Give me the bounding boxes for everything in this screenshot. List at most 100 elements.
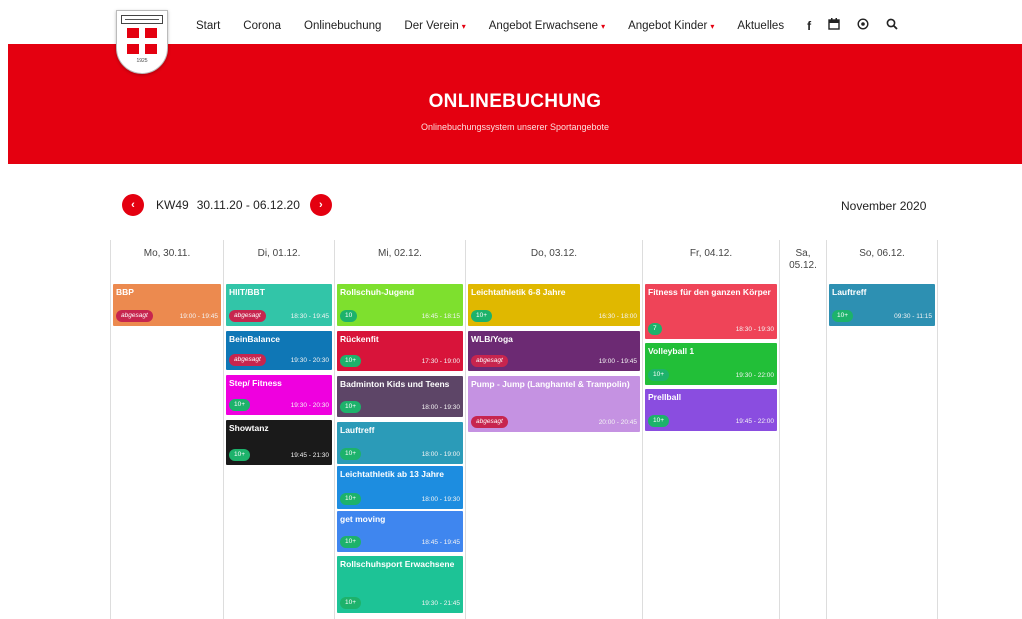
event-tile[interactable]: get moving 10+ 18:45 - 19:45 [337, 511, 463, 552]
next-week-button[interactable]: › [309, 194, 332, 216]
free-spots-badge: 10+ [340, 448, 362, 460]
nav-start[interactable]: Start [196, 20, 220, 32]
event-tile[interactable]: Showtanz 10+ 19:45 - 21:30 [226, 420, 332, 465]
event-meta: 10+ 16:30 - 18:00 [471, 310, 637, 322]
day-header: Mo, 30.11. [143, 248, 191, 259]
event-time: 19:00 - 19:45 [179, 312, 218, 320]
free-spots-badge: 10 [340, 310, 358, 322]
event-title: Rollschuhsport Erwachsene [340, 559, 455, 569]
free-spots-badge: 10+ [229, 399, 251, 411]
event-meta: 10+ 19:45 - 22:00 [648, 415, 774, 427]
event-time: 19:30 - 22:00 [735, 371, 774, 379]
cancelled-badge: abgesagt [229, 354, 266, 366]
event-title: Badminton Kids und Teens [340, 379, 450, 389]
nav-aktuelles[interactable]: Aktuelles [737, 20, 784, 32]
chevron-right-icon: › [319, 199, 323, 211]
event-tile[interactable]: Leichtathletik ab 13 Jahre 10+ 18:00 - 19:… [337, 466, 463, 509]
event-title: Fitness für den ganzen Körper [648, 287, 771, 297]
nav-angebot-erwachsene-label: Angebot Erwachsene [488, 19, 599, 32]
week-navigation: ‹ KW49 30.11.20 - 06.12.20 › [122, 194, 332, 216]
event-time: 18:30 - 19:30 [735, 325, 774, 333]
day-column: Di, 01.12. HIIT/BBT abgesagt 18:30 - 19:45 B… [223, 240, 334, 619]
event-time: 18:00 - 19:30 [421, 495, 460, 503]
calendar-icon[interactable] [828, 18, 840, 33]
event-title: Lauftreff [340, 425, 375, 435]
event-time: 18:30 - 19:45 [290, 312, 329, 320]
event-tile[interactable]: Rückenfit 10+ 17:30 - 19:00 [337, 331, 463, 371]
week-calendar: Mo, 30.11. BBP abgesagt 19:00 - 19:45 Di, 01… [110, 240, 938, 619]
nav-corona[interactable]: Corona [243, 20, 281, 32]
event-tile[interactable]: Step/ Fitness 10+ 19:30 - 20:30 [226, 375, 332, 415]
event-meta: 10+ 19:30 - 21:45 [340, 597, 460, 609]
nav-der-verein-label: Der Verein [404, 19, 459, 32]
event-time: 18:00 - 19:00 [421, 450, 460, 458]
free-spots-badge: 10+ [340, 493, 362, 505]
facebook-icon[interactable]: f [807, 19, 811, 33]
nav-aktuelles-label: Aktuelles [737, 19, 785, 32]
event-tile[interactable]: BBP abgesagt 19:00 - 19:45 [113, 284, 221, 326]
event-tile[interactable]: Lauftreff 10+ 18:00 - 19:00 [337, 422, 463, 464]
search-icon[interactable] [886, 18, 898, 33]
event-tile[interactable]: Rollschuh-Jugend 10 16:45 - 18:15 [337, 284, 463, 326]
free-spots-badge: 10+ [340, 536, 362, 548]
previous-week-button[interactable]: ‹ [122, 194, 144, 216]
event-title: Lauftreff [832, 287, 867, 297]
event-title: Pump - Jump (Langhantel & Trampolin) [471, 379, 630, 389]
event-tile[interactable]: Rollschuhsport Erwachsene 10+ 19:30 - 21:4… [337, 556, 463, 613]
event-title: WLB/Yoga [471, 334, 513, 344]
event-tile[interactable]: Leichtathletik 6-8 Jahre 10+ 16:30 - 18:00 [468, 284, 640, 326]
day-header: Di, 01.12. [257, 248, 301, 259]
event-time: 18:00 - 19:30 [421, 403, 460, 411]
event-tile[interactable]: Lauftreff 10+ 09:30 - 11:15 [829, 284, 935, 326]
event-time: 09:30 - 11:15 [894, 312, 932, 320]
nav-der-verein[interactable]: Der Verein ▾ [404, 20, 465, 32]
free-spots-badge: 10+ [340, 401, 362, 413]
event-meta: abgesagt 18:30 - 19:45 [229, 310, 329, 322]
event-tile[interactable]: HIIT/BBT abgesagt 18:30 - 19:45 [226, 284, 332, 326]
nav-angebot-kinder[interactable]: Angebot Kinder ▾ [628, 20, 714, 32]
club-logo[interactable]: 1925 [116, 10, 168, 74]
nav-onlinebuchung[interactable]: Onlinebuchung [304, 20, 381, 32]
page-title: ONLINEBUCHUNG [428, 91, 602, 112]
free-spots-badge: 7 [648, 323, 662, 335]
day-column: Mi, 02.12. Rollschuh-Jugend 10 16:45 - 18:1… [334, 240, 465, 619]
event-tile[interactable]: Pump - Jump (Langhantel & Trampolin) abge… [468, 376, 640, 432]
event-meta: 10+ 19:45 - 21:30 [229, 449, 329, 461]
event-time: 19:30 - 20:30 [290, 401, 329, 409]
event-meta: 10 16:45 - 18:15 [340, 310, 460, 322]
event-meta: 10+ 18:00 - 19:00 [340, 448, 460, 460]
event-tile[interactable]: Badminton Kids und Teens 10+ 18:00 - 19:30 [337, 376, 463, 417]
nav-corona-label: Corona [243, 19, 282, 32]
event-time: 16:30 - 18:00 [598, 312, 637, 320]
event-tile[interactable]: Fitness für den ganzen Körper 7 18:30 - 19… [645, 284, 777, 339]
event-tile[interactable]: Volleyball 1 10+ 19:30 - 22:00 [645, 343, 777, 385]
main-menu: Start Corona Onlinebuchung Der Verein ▾ A… [196, 18, 915, 33]
event-meta: abgesagt 19:00 - 19:45 [116, 310, 218, 322]
free-spots-badge: 10+ [832, 310, 854, 322]
event-time: 17:30 - 19:00 [421, 357, 460, 365]
day-header: Do, 03.12. [530, 248, 578, 259]
event-tile[interactable]: WLB/Yoga abgesagt 19:00 - 19:45 [468, 331, 640, 371]
day-header: Fr, 04.12. [689, 248, 733, 259]
event-tile[interactable]: BeinBalance abgesagt 19:30 - 20:30 [226, 331, 332, 370]
event-meta: abgesagt 19:00 - 19:45 [471, 355, 637, 367]
free-spots-badge: 10+ [340, 597, 362, 609]
free-spots-badge: 10+ [340, 355, 362, 367]
calendar-week: KW49 [156, 198, 189, 212]
day-header: Sa, 05.12. [789, 248, 817, 271]
instagram-icon[interactable] [857, 18, 869, 33]
event-title: Leichtathletik 6-8 Jahre [471, 287, 566, 297]
day-column: So, 06.12. Lauftreff 10+ 09:30 - 11:15 [826, 240, 938, 619]
event-tile[interactable]: Prellball 10+ 19:45 - 22:00 [645, 389, 777, 431]
event-title: HIIT/BBT [229, 287, 265, 297]
cancelled-badge: abgesagt [229, 310, 266, 322]
top-navigation-bar: 1925 Start Corona Onlinebuchung Der Vere… [0, 0, 1022, 74]
free-spots-badge: 10+ [648, 415, 670, 427]
day-column: Do, 03.12. Leichtathletik 6-8 Jahre 10+ 16:… [465, 240, 642, 619]
week-date-range: 30.11.20 - 06.12.20 [196, 198, 300, 212]
nav-angebot-erwachsene[interactable]: Angebot Erwachsene ▾ [489, 20, 605, 32]
event-time: 19:30 - 20:30 [290, 356, 329, 364]
day-header: Mi, 02.12. [378, 248, 422, 259]
event-meta: 10+ 09:30 - 11:15 [832, 310, 932, 322]
logo-year: 1925 [136, 58, 148, 64]
